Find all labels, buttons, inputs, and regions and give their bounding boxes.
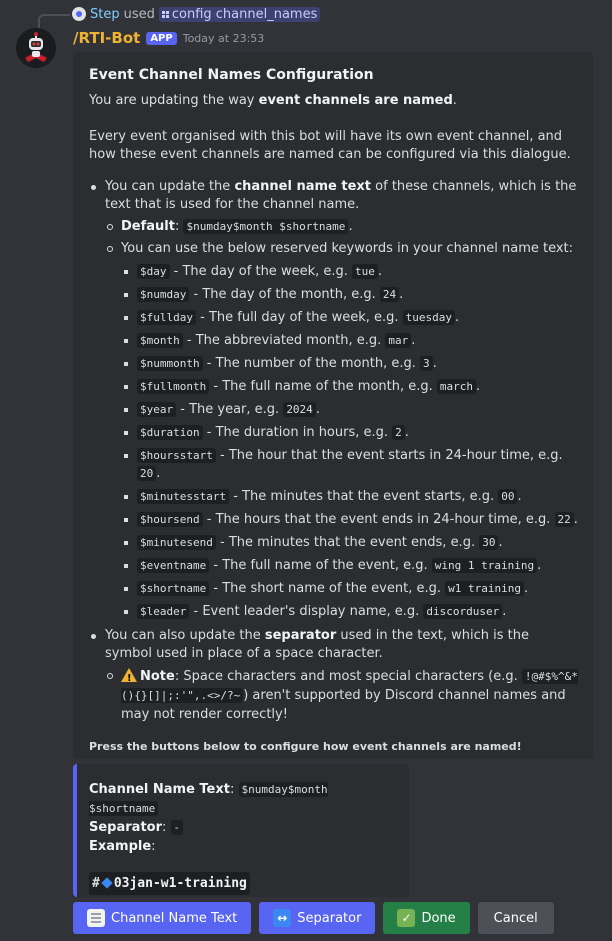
list-item-channel-name: You can update the channel name text of … xyxy=(89,178,579,621)
keyword-item: $nummonth - The number of the month, e.g… xyxy=(121,355,579,373)
keyword-code: $month xyxy=(137,333,183,348)
keyword-code: $nummonth xyxy=(137,356,203,371)
keyword-code: $shortname xyxy=(137,581,210,596)
keyword-code: $day xyxy=(137,264,170,279)
keyword-code: $minutesstart xyxy=(137,489,230,504)
reply-username[interactable]: Step xyxy=(90,7,120,22)
keyword-code: $fullmonth xyxy=(137,379,210,394)
keyword-item: $minutesend - The minutes that the event… xyxy=(121,534,579,552)
keyword-example: w1 training xyxy=(445,581,524,596)
keyword-item: $duration - The duration in hours, e.g. … xyxy=(121,424,579,442)
keyword-code: $duration xyxy=(137,425,203,440)
reply-inner: Step used config channel_names xyxy=(72,6,321,22)
channel-name-text-button[interactable]: Channel Name Text xyxy=(73,902,252,934)
separator-row: Separator: - xyxy=(89,818,395,837)
embed-footer: Press the buttons below to configure how… xyxy=(89,740,522,753)
example-channel-name: 03jan-w1-training xyxy=(113,876,247,891)
keyword-code: $hoursstart xyxy=(137,448,216,463)
action-buttons: Channel Name Text ↔ Separator ✓ Done Can… xyxy=(73,902,554,934)
command-name: config channel_names xyxy=(171,6,318,22)
channel-name-sublist: Default: $numday$month $shortname. You c… xyxy=(105,218,579,621)
keyword-example: wing 1 training xyxy=(431,558,538,573)
keyword-item: $fullday - The full day of the week, e.g… xyxy=(121,309,579,327)
keyword-item: $minutesstart - The minutes that the eve… xyxy=(121,488,579,506)
memo-icon xyxy=(87,909,105,927)
message-timestamp[interactable]: Today at 23:53 xyxy=(183,32,265,45)
keyword-example: 22 xyxy=(554,512,574,527)
list-item-separator: You can also update the separator used i… xyxy=(89,627,579,724)
bot-username[interactable]: /RTI-Bot xyxy=(73,29,140,47)
keyword-item: $year - The year, e.g. 2024. xyxy=(121,401,579,419)
reply-context[interactable]: Step used config channel_names xyxy=(38,5,321,28)
keyword-list: $day - The day of the week, e.g. tue. $nu… xyxy=(121,263,579,621)
default-value: $numday$month $shortname xyxy=(183,219,349,234)
summary-embed: Channel Name Text: $numday$month $shortn… xyxy=(73,764,409,897)
embed-title: Event Channel Names Configuration xyxy=(89,67,374,83)
bot-avatar[interactable] xyxy=(16,28,56,68)
reply-used-text: used xyxy=(123,6,155,22)
channel-name-row: Channel Name Text: $numday$month $shortn… xyxy=(89,782,328,816)
example-channel: #03jan-w1-training xyxy=(89,872,395,895)
check-mark-icon: ✓ xyxy=(397,909,416,927)
keyword-example: tue xyxy=(352,264,378,279)
keyword-example: 24 xyxy=(379,287,400,302)
keyword-item: $month - The abbreviated month, e.g. mar… xyxy=(121,332,579,350)
slash-command-icon xyxy=(161,10,169,18)
keyword-code: $fullday xyxy=(137,310,196,325)
keyword-code: $numday xyxy=(137,287,190,302)
done-button[interactable]: ✓ Done xyxy=(383,902,470,934)
keyword-example: tuesday xyxy=(402,310,456,325)
list-item-default: Default: $numday$month $shortname. xyxy=(105,218,579,236)
reply-connector xyxy=(38,14,70,28)
keyword-example: 2024 xyxy=(283,402,316,417)
list-item-note: Note: Space characters and most special … xyxy=(105,667,579,724)
robot-avatar-icon xyxy=(16,28,56,68)
keyword-code: $year xyxy=(137,402,177,417)
blue-diamond-icon xyxy=(101,877,113,889)
embed-intro: You are updating the way event channels … xyxy=(89,93,457,108)
keyword-code: $minutesend xyxy=(137,535,216,550)
keyword-example: 00 xyxy=(498,489,518,504)
keyword-item: $eventname - The full name of the event,… xyxy=(121,557,579,575)
keyword-item: $leader - Event leader's display name, e… xyxy=(121,603,579,621)
keyword-example: 3 xyxy=(419,356,433,371)
warning-icon xyxy=(121,668,137,688)
keyword-example: discorduser xyxy=(423,604,503,619)
option-list: You can update the channel name text of … xyxy=(89,178,579,724)
keyword-item: $hoursend - The hours that the event end… xyxy=(121,511,579,529)
keyword-item: $day - The day of the week, e.g. tue. xyxy=(121,263,579,281)
command-pill[interactable]: config channel_names xyxy=(158,6,321,22)
keyword-item: $hoursstart - The hour that the event st… xyxy=(121,447,579,483)
keyword-code: $eventname xyxy=(137,558,210,573)
keyword-item: $numday - The day of the month, e.g. 24. xyxy=(121,286,579,304)
hash-icon: # xyxy=(92,876,100,891)
keyword-code: $hoursend xyxy=(137,512,203,527)
embed-description: Every event organised with this bot will… xyxy=(89,129,571,162)
keyword-example: march xyxy=(436,379,477,394)
keyword-example: 20 xyxy=(137,466,157,481)
keyword-item: $fullmonth - The full name of the month,… xyxy=(121,378,579,396)
separator-button[interactable]: ↔ Separator xyxy=(259,902,376,934)
cancel-button[interactable]: Cancel xyxy=(477,902,554,934)
separator-sublist: Note: Space characters and most special … xyxy=(105,667,579,724)
example-row: Example: xyxy=(89,839,156,854)
reply-avatar-icon xyxy=(72,7,86,21)
keyword-item: $shortname - The short name of the event… xyxy=(121,580,579,598)
app-badge: APP xyxy=(146,31,177,45)
left-right-arrow-icon: ↔ xyxy=(273,909,292,927)
keyword-example: 30 xyxy=(479,535,499,550)
keyword-example: mar xyxy=(385,333,412,348)
config-embed: Event Channel Names Configuration You ar… xyxy=(73,52,593,759)
list-item-keywords: You can use the below reserved keywords … xyxy=(105,240,579,621)
keyword-example: 2 xyxy=(392,425,405,440)
separator-value: - xyxy=(170,820,184,835)
keyword-code: $leader xyxy=(137,604,190,619)
message-header: /RTI-Bot APP Today at 23:53 xyxy=(73,28,264,48)
